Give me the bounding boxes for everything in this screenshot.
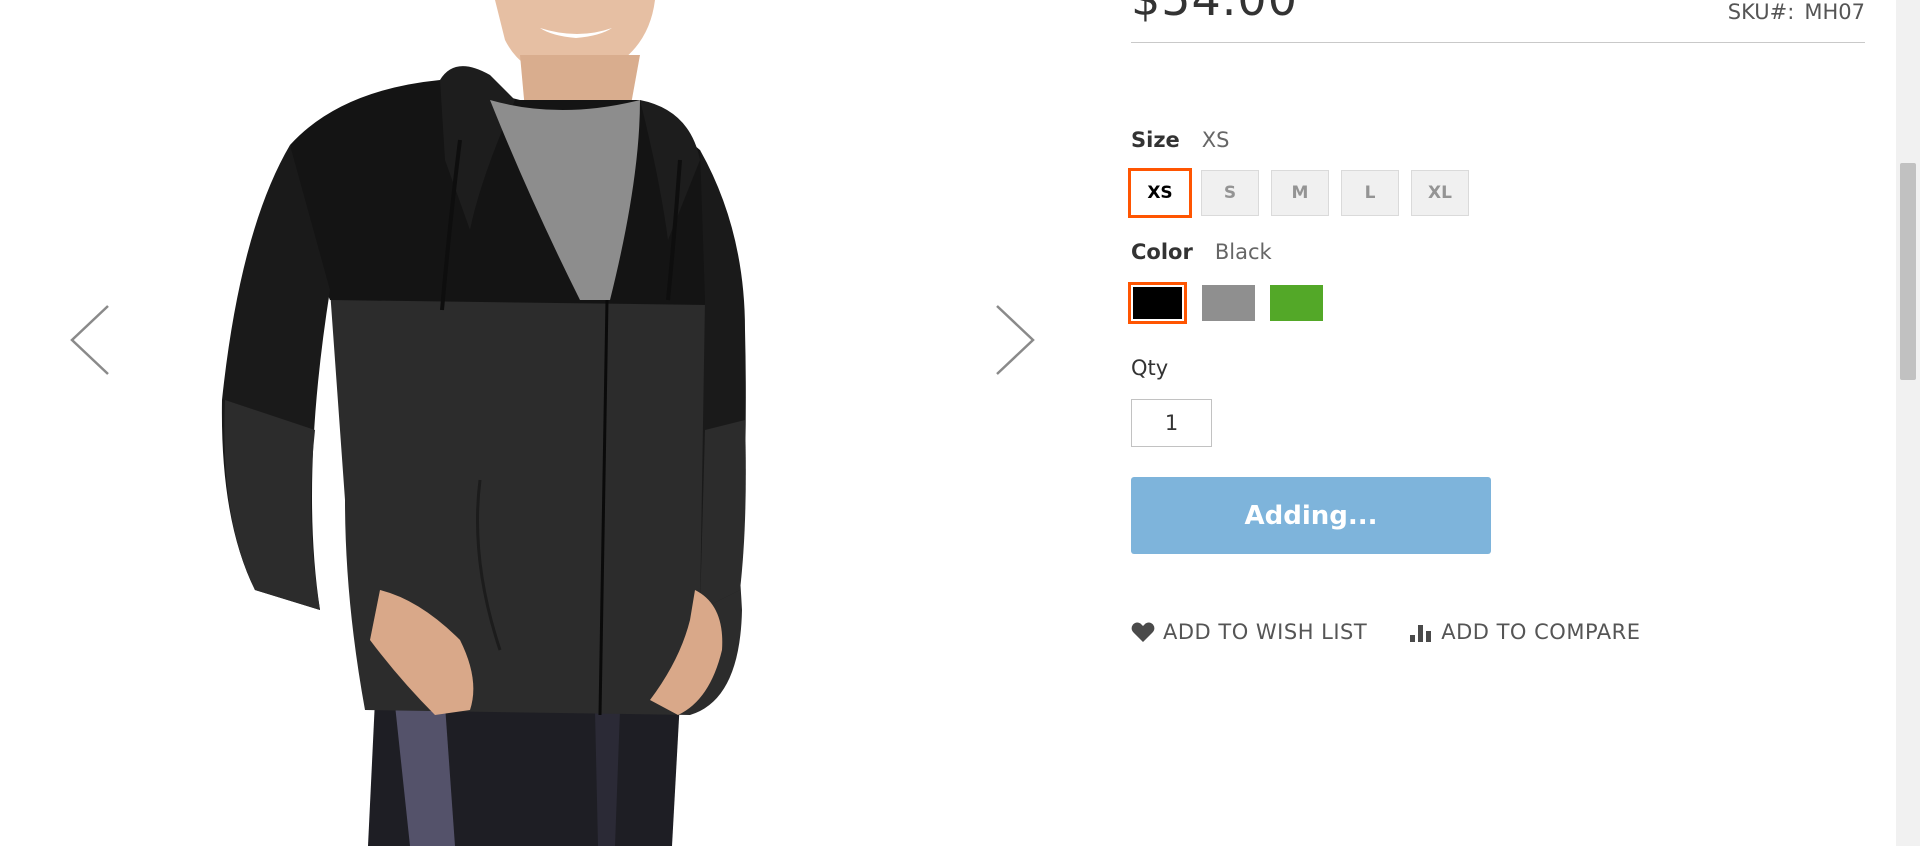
size-option-m[interactable]: M (1271, 170, 1329, 216)
add-to-wishlist-link[interactable]: ADD TO WISH LIST (1131, 620, 1367, 644)
size-option-s[interactable]: S (1201, 170, 1259, 216)
size-selected-value: XS (1201, 128, 1230, 152)
size-options: XS S M L XL (1128, 168, 1481, 218)
heart-icon (1131, 622, 1155, 642)
size-option-xs[interactable]: XS (1128, 168, 1192, 218)
product-sku: SKU#: MH07 (1728, 0, 1865, 24)
size-option-xl[interactable]: XL (1411, 170, 1469, 216)
bar-chart-icon (1410, 625, 1432, 642)
qty-input[interactable] (1131, 399, 1212, 447)
product-price: $54.00 (1131, 0, 1298, 26)
size-label: Size (1131, 128, 1180, 152)
chevron-left-icon (70, 305, 109, 375)
color-options (1128, 282, 1338, 324)
product-actions: ADD TO WISH LIST ADD TO COMPARE (1131, 620, 1641, 644)
product-image (221, 0, 746, 846)
add-to-compare-label: ADD TO COMPARE (1441, 620, 1641, 644)
color-label: Color (1131, 240, 1193, 264)
scrollbar-thumb[interactable] (1900, 163, 1916, 380)
color-swatch-black[interactable] (1128, 282, 1187, 324)
chevron-right-icon (996, 305, 1035, 375)
add-to-wishlist-label: ADD TO WISH LIST (1163, 620, 1368, 644)
add-to-cart-button[interactable]: Adding... (1131, 477, 1491, 554)
color-swatch-green[interactable] (1270, 285, 1323, 321)
color-selected-value: Black (1214, 240, 1272, 264)
color-attribute: Color Black (1131, 240, 1272, 264)
qty-label: Qty (1131, 356, 1169, 380)
sku-value: MH07 (1804, 0, 1865, 24)
color-swatch-gray[interactable] (1202, 285, 1255, 321)
size-attribute: Size XS (1131, 128, 1230, 152)
size-option-l[interactable]: L (1341, 170, 1399, 216)
sku-label: SKU#: (1727, 0, 1795, 24)
page-scrollbar[interactable] (1896, 0, 1920, 846)
add-to-compare-link[interactable]: ADD TO COMPARE (1409, 620, 1640, 644)
previous-image-button[interactable] (60, 300, 120, 380)
divider (1131, 42, 1865, 43)
next-image-button[interactable] (985, 300, 1045, 380)
product-gallery (0, 0, 1090, 846)
